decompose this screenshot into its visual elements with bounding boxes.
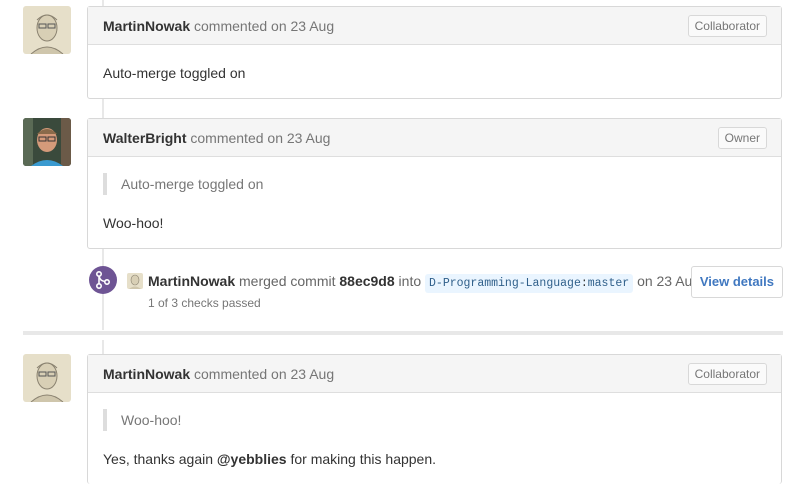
merge-action: merged commit [239, 273, 336, 289]
branch-separator: : [580, 277, 588, 290]
comment-text: for making this happen. [286, 451, 437, 467]
comment: MartinNowak commented on 23 Aug Collabor… [87, 6, 782, 99]
comment-meta[interactable]: commented on 23 Aug [194, 366, 334, 382]
comment-author[interactable]: MartinNowak [103, 18, 190, 34]
comment-author[interactable]: WalterBright [103, 130, 186, 146]
comment-author[interactable]: MartinNowak [103, 366, 190, 382]
role-badge: Collaborator [687, 363, 767, 385]
avatar[interactable] [23, 354, 71, 402]
comment-body: Yes, thanks again @yebblies for making t… [103, 451, 436, 467]
checks-status: 1 of 3 checks passed [148, 296, 261, 310]
blockquote: Auto-merge toggled on [103, 173, 263, 195]
comment-meta[interactable]: commented on 23 Aug [194, 18, 334, 34]
comment: WalterBright commented on 23 Aug Owner A… [87, 118, 782, 249]
avatar[interactable] [23, 118, 71, 166]
comment-body: Auto-merge toggled on [103, 65, 246, 81]
git-merge-icon [89, 266, 117, 294]
view-details-button[interactable]: View details [690, 266, 783, 298]
blockquote: Woo-hoo! [103, 409, 181, 431]
comment: MartinNowak commented on 23 Aug Collabor… [87, 354, 782, 484]
merge-into: into [398, 273, 422, 289]
comment-header: WalterBright commented on 23 Aug Owner [88, 119, 781, 157]
target-branch[interactable]: D-Programming-Language:master [425, 274, 634, 293]
comment-body: Woo-hoo! [103, 215, 164, 231]
comment-text: Yes, thanks again [103, 451, 217, 467]
user-mention[interactable]: @yebblies [217, 451, 287, 467]
commit-sha[interactable]: 88ec9d8 [339, 273, 394, 289]
role-badge: Collaborator [687, 15, 767, 37]
merge-event: MartinNowak merged commit 88ec9d8 into D… [0, 263, 803, 313]
avatar[interactable] [127, 273, 143, 289]
merge-author[interactable]: MartinNowak [148, 273, 235, 289]
repo-owner: D-Programming-Language [429, 277, 581, 290]
comment-header: MartinNowak commented on 23 Aug Collabor… [88, 7, 781, 45]
branch-name: master [587, 277, 630, 290]
avatar[interactable] [23, 6, 71, 54]
role-badge: Owner [717, 127, 767, 149]
comment-header: MartinNowak commented on 23 Aug Collabor… [88, 355, 781, 393]
comment-meta[interactable]: commented on 23 Aug [190, 130, 330, 146]
merge-summary: MartinNowak merged commit 88ec9d8 into D… [148, 273, 700, 293]
timeline-separator [23, 331, 783, 335]
